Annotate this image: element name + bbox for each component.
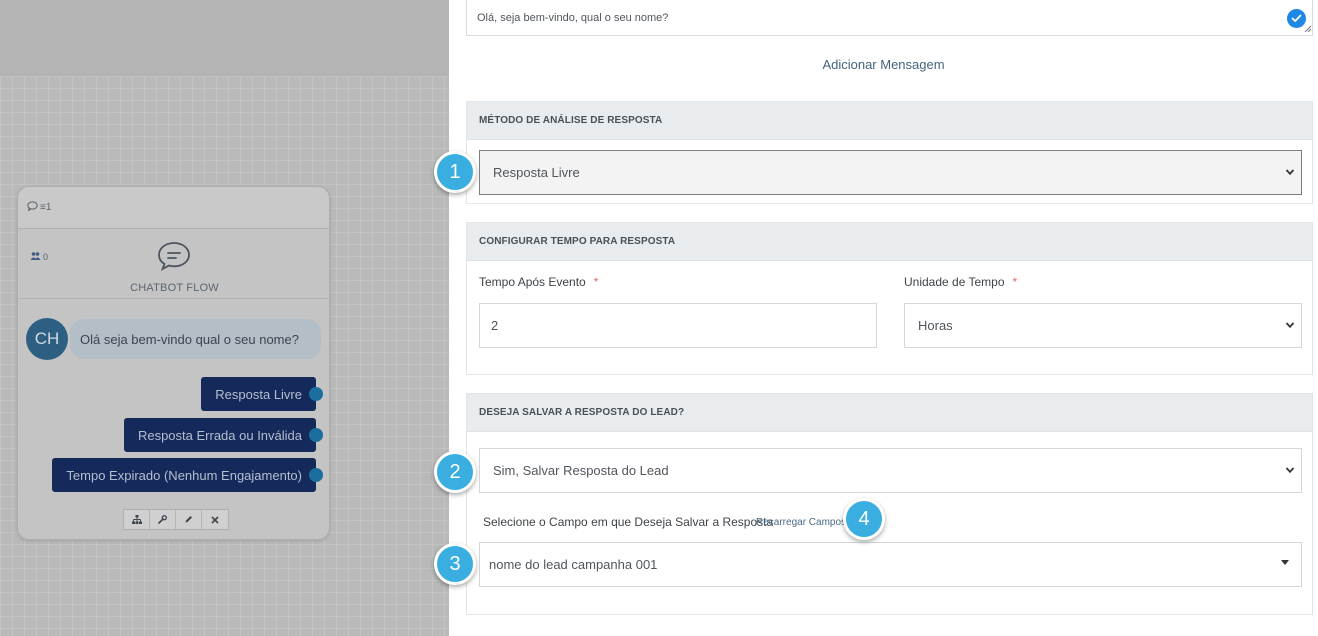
connector-dot[interactable] (309, 387, 323, 401)
callout-marker-2: 2 (434, 451, 476, 493)
callout-marker-3: 3 (434, 543, 476, 585)
flow-canvas: ≡1 0 CHATBOT FLOW CH Olá seja bem-vindo … (0, 0, 449, 636)
chevron-down-icon (1285, 165, 1295, 176)
connector-dot[interactable] (309, 428, 323, 442)
time-unit-label: Unidade de Tempo * (904, 275, 1018, 289)
save-answer-select[interactable]: Sim, Salvar Resposta do Lead (479, 448, 1302, 493)
close-icon[interactable] (202, 510, 228, 529)
comment-icon (27, 201, 38, 214)
node-header: ≡1 (18, 187, 329, 229)
chevron-down-icon (1285, 463, 1295, 474)
time-after-event-input[interactable]: 2 (479, 303, 877, 348)
chatbot-node-card[interactable]: ≡1 0 CHATBOT FLOW CH Olá seja bem-vindo … (17, 186, 330, 540)
callout-marker-4: 4 (843, 498, 885, 540)
section-title: DESEJA SALVAR A RESPOSTA DO LEAD? (467, 394, 1312, 432)
response-time-section: CONFIGURAR TEMPO PARA RESPOSTA Tempo Apó… (466, 222, 1313, 375)
time-after-event-label: Tempo Após Evento * (479, 275, 599, 289)
chatbot-icon (157, 241, 191, 271)
section-title: CONFIGURAR TEMPO PARA RESPOSTA (467, 223, 1312, 261)
time-unit-select[interactable]: Horas (904, 303, 1302, 348)
contacts-count: 0 (30, 252, 48, 262)
analysis-method-section: MÉTODO DE ANÁLISE DE RESPOSTA Resposta L… (466, 101, 1313, 204)
sitemap-icon[interactable] (124, 510, 150, 529)
option-free-answer[interactable]: Resposta Livre (201, 377, 323, 411)
target-field-select[interactable]: nome do lead campanha 001 (479, 542, 1302, 587)
analysis-method-select[interactable]: Resposta Livre (479, 150, 1302, 195)
caret-down-icon (1281, 560, 1289, 565)
node-toolbar (123, 509, 229, 530)
message-bubble: Olá seja bem-vindo qual o seu nome? (70, 319, 321, 359)
option-wrong-answer[interactable]: Resposta Errada ou Inválida (123, 418, 323, 452)
node-settings-panel: Olá, seja bem-vindo, qual o seu nome? Ad… (449, 0, 1318, 636)
option-timeout[interactable]: Tempo Expirado (Nenhum Engajamento) (52, 458, 323, 492)
resize-grip-icon[interactable] (1304, 25, 1312, 34)
avatar: CH (26, 318, 68, 360)
chevron-down-icon (1285, 318, 1295, 329)
canvas-top-bar (0, 0, 449, 76)
required-mark: * (1012, 275, 1018, 289)
node-summary: 0 CHATBOT FLOW (18, 229, 329, 299)
callout-marker-1: 1 (434, 151, 476, 193)
save-lead-answer-section: DESEJA SALVAR A RESPOSTA DO LEAD? Sim, S… (466, 393, 1313, 615)
add-message-link[interactable]: Adicionar Mensagem (449, 57, 1318, 72)
flow-label: CHATBOT FLOW (130, 282, 219, 294)
connector-dot[interactable] (309, 468, 323, 482)
node-badge: ≡1 (40, 202, 52, 213)
target-field-label: Selecione o Campo em que Deseja Salvar a… (483, 515, 774, 529)
pencil-icon[interactable] (176, 510, 202, 529)
reload-fields-link[interactable]: Recarregar Campos! (756, 517, 849, 528)
section-title: MÉTODO DE ANÁLISE DE RESPOSTA (467, 102, 1312, 140)
users-icon (30, 252, 41, 262)
required-mark: * (593, 275, 599, 289)
wrench-icon[interactable] (150, 510, 176, 529)
message-textarea[interactable]: Olá, seja bem-vindo, qual o seu nome? (466, 0, 1313, 36)
